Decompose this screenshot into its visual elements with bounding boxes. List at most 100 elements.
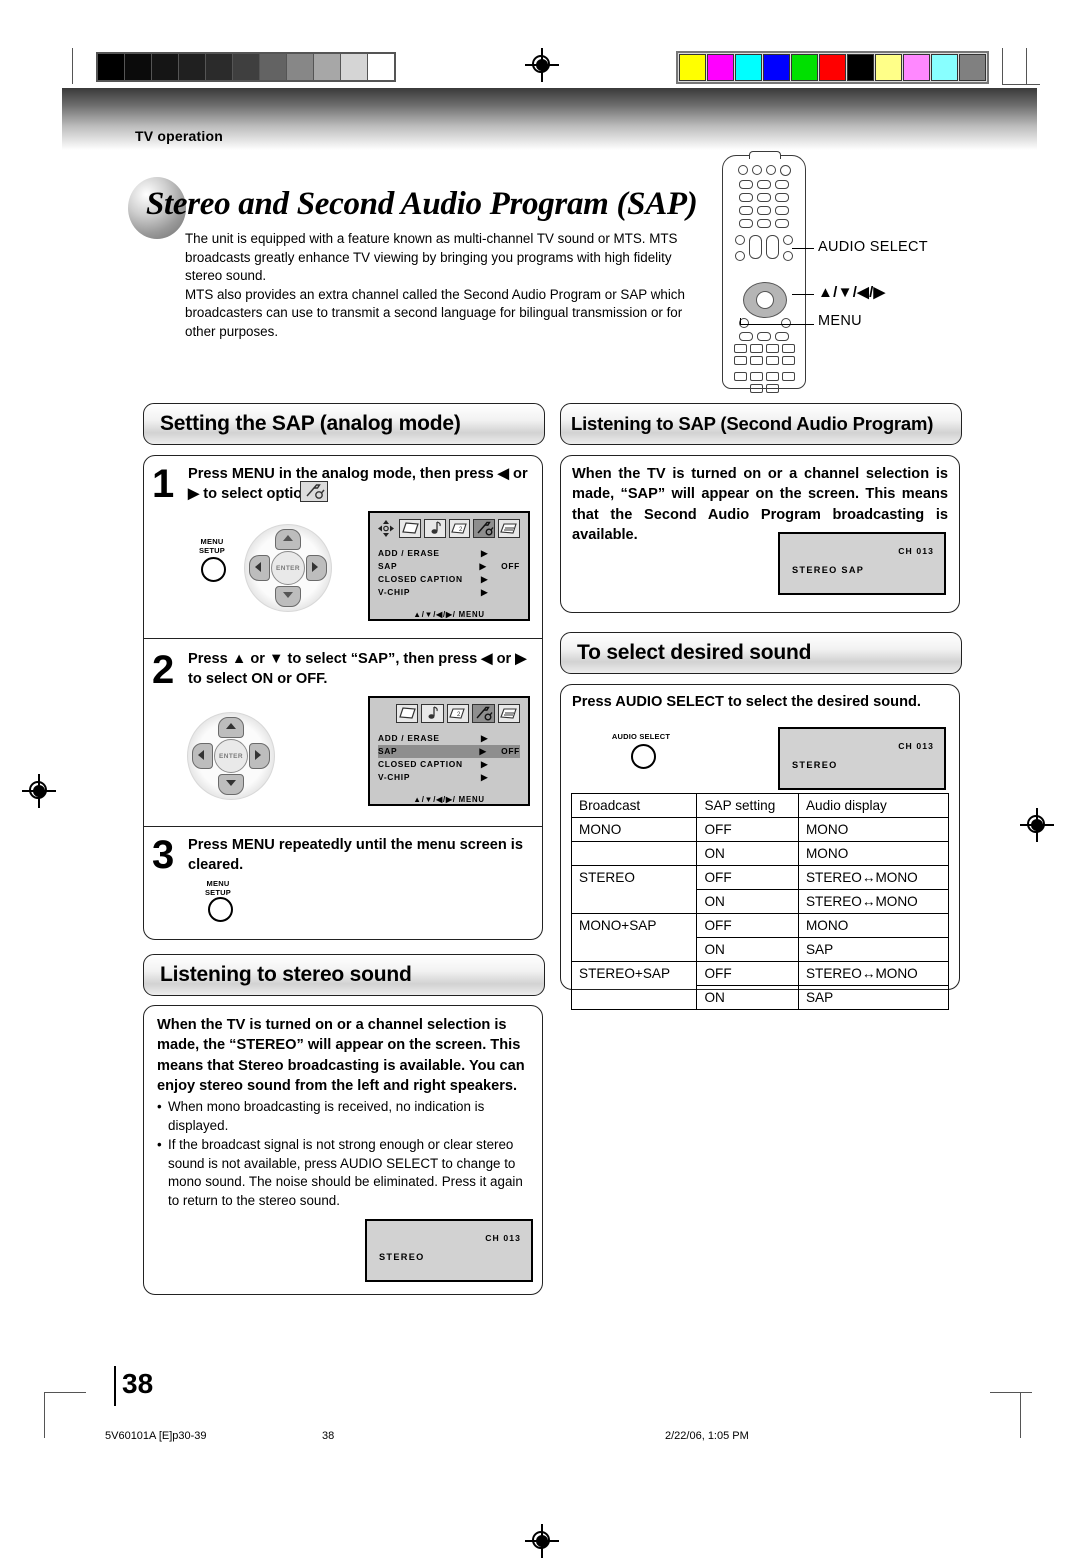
table-cell: STEREO xyxy=(570,865,698,890)
osd-menu-row[interactable]: ADD / ERASE ▶ xyxy=(378,547,520,560)
heading-select-sound-label: To select desired sound xyxy=(577,641,812,664)
heading-listening-sap: Listening to SAP (Second Audio Program) xyxy=(560,403,962,445)
osd-menu-row-label: CLOSED CAPTION xyxy=(378,759,463,769)
tv-channel-indicator: CH 013 xyxy=(485,1233,521,1243)
osd-icon-function: 2 xyxy=(448,519,471,538)
table-cell xyxy=(570,937,698,962)
osd-menu-row-arrow-icon: ▶ xyxy=(481,759,489,769)
color-swatch xyxy=(903,54,930,81)
joystick-illustration-step2[interactable]: ENTER xyxy=(187,712,275,800)
panel-divider-step3 xyxy=(144,826,542,828)
step-1-number: 1 xyxy=(152,462,175,506)
crop-mark-bottom-left-v xyxy=(44,1392,45,1438)
table-cell: OFF xyxy=(696,961,799,986)
osd-menu-row-label: SAP xyxy=(378,561,398,571)
osd-navigation-cross-icon xyxy=(378,520,394,537)
heading-listening-stereo: Listening to stereo sound xyxy=(143,954,545,996)
gray-swatch xyxy=(287,54,314,80)
remote-control-illustration xyxy=(722,151,806,393)
tv-audio-mode-indicator: STEREO SAP xyxy=(792,565,865,575)
section-label: TV operation xyxy=(135,128,223,144)
setup-menu-icon xyxy=(300,481,328,502)
dpad-down-arrow-icon xyxy=(226,780,236,786)
audio-select-button[interactable] xyxy=(631,744,656,769)
menu-setup-button-label-step1: MENU SETUP xyxy=(198,537,225,555)
color-swatch xyxy=(707,54,734,81)
osd-menu-row-arrow-icon: ▶ xyxy=(481,772,489,782)
heading-listening-sap-label: Listening to SAP (Second Audio Program) xyxy=(571,413,934,434)
gray-swatch xyxy=(314,54,341,80)
osd-menu-row[interactable]: CLOSED CAPTION ▶ xyxy=(378,758,520,771)
callout-line-arrows xyxy=(792,294,814,295)
osd-icon-channel xyxy=(498,519,520,538)
dpad-up-arrow-icon xyxy=(226,723,236,729)
osd-menu-row[interactable]: SAP ▶ OFF xyxy=(378,560,520,573)
tv-screen-select-sound: CH 013 STEREO xyxy=(778,727,946,790)
list-item: When mono broadcasting is received, no i… xyxy=(157,1098,533,1135)
osd-menu-row-label: SAP xyxy=(378,746,398,756)
osd-icon-row-step1: 2 xyxy=(378,519,520,538)
dpad-on-remote[interactable] xyxy=(743,282,787,318)
color-swatch xyxy=(819,54,846,81)
page-number: 38 xyxy=(122,1368,154,1399)
table-row: ON SAP xyxy=(570,985,950,1010)
dpad-right-arrow-icon xyxy=(255,750,261,760)
enter-button-icon[interactable]: ENTER xyxy=(214,739,248,773)
gray-swatch xyxy=(368,54,394,80)
osd-footer-step2: ▲/▼/◀/▶/ MENU xyxy=(413,795,485,804)
crop-mark-top-right-h xyxy=(1002,84,1040,85)
menu-setup-button-step3[interactable] xyxy=(208,897,233,922)
osd-icon-picture xyxy=(399,519,421,538)
heading-setting-sap: Setting the SAP (analog mode) xyxy=(143,403,545,445)
grayscale-calibration-bar xyxy=(96,52,396,82)
table-cell: STEREO↔MONO xyxy=(797,961,950,986)
osd-menu-row[interactable]: CLOSED CAPTION ▶ xyxy=(378,573,520,586)
sound-selection-table: Broadcast SAP setting Audio display MONO OFF… xyxy=(570,793,950,1010)
table-cell: OFF xyxy=(696,817,799,842)
color-swatch xyxy=(959,54,986,81)
callout-label-arrows: ▲/▼/◀/▶ xyxy=(818,284,886,301)
osd-icon-setup-selected xyxy=(472,704,495,723)
footer-timestamp: 2/22/06, 1:05 PM xyxy=(665,1430,749,1442)
osd-menu-row-label: ADD / ERASE xyxy=(378,733,440,743)
table-cell: MONO xyxy=(797,913,950,938)
heading-select-sound: To select desired sound xyxy=(560,632,962,674)
osd-footer-step1: ▲/▼/◀/▶/ MENU xyxy=(413,610,485,619)
enter-button-icon[interactable]: ENTER xyxy=(271,551,305,585)
color-swatch xyxy=(931,54,958,81)
table-column-header: Audio display xyxy=(797,793,950,818)
crop-mark-bottom-left-h xyxy=(44,1392,86,1393)
color-swatch xyxy=(735,54,762,81)
osd-menu-row-value: OFF xyxy=(501,746,520,756)
tv-audio-mode-indicator: STEREO xyxy=(792,760,838,770)
menu-setup-button-step1[interactable] xyxy=(201,557,226,582)
osd-menu-row-label: ADD / ERASE xyxy=(378,548,440,558)
step-1-text: Press MENU in the analog mode, then pres… xyxy=(188,466,528,502)
crop-mark-top-right-v1 xyxy=(1002,48,1003,84)
osd-menu-row-label: V-CHIP xyxy=(378,772,411,782)
table-row: ON SAP xyxy=(570,937,950,962)
osd-menu-row[interactable]: V-CHIP ▶ xyxy=(378,771,520,784)
osd-menu-step1: 2 ADD / ERASE ▶ SAP ▶ OFF CLOSED CAPTION ▶ V-CH… xyxy=(368,511,530,621)
osd-icon-picture xyxy=(396,704,419,723)
osd-icon-channel xyxy=(497,704,521,723)
osd-menu-row-arrow-icon: ▶ xyxy=(479,746,487,756)
dpad-left-arrow-icon xyxy=(255,562,261,572)
osd-menu-row[interactable]: ADD / ERASE ▶ xyxy=(378,732,520,745)
osd-icon-function: 2 xyxy=(446,704,470,723)
osd-menu-row-arrow-icon: ▶ xyxy=(481,587,489,597)
osd-menu-row[interactable]: SAP ▶ OFF xyxy=(378,745,520,758)
page-title: Stereo and Second Audio Program (SAP) xyxy=(146,186,698,222)
heading-setting-sap-label: Setting the SAP (analog mode) xyxy=(160,412,461,435)
joystick-illustration-step1[interactable]: ENTER xyxy=(244,524,332,612)
table-cell: MONO+SAP xyxy=(570,913,698,938)
table-row: STEREO+SAP OFF STEREO↔MONO xyxy=(570,961,950,986)
color-swatch xyxy=(875,54,902,81)
audio-select-button-on-remote[interactable] xyxy=(783,235,793,245)
tv-screen-sap: CH 013 STEREO SAP xyxy=(778,532,946,595)
table-row: ON MONO xyxy=(570,841,950,866)
osd-icon-audio xyxy=(421,704,444,723)
heading-listening-stereo-label: Listening to stereo sound xyxy=(160,963,412,986)
osd-menu-row[interactable]: V-CHIP ▶ xyxy=(378,586,520,599)
footer-center-page: 38 xyxy=(322,1430,335,1442)
